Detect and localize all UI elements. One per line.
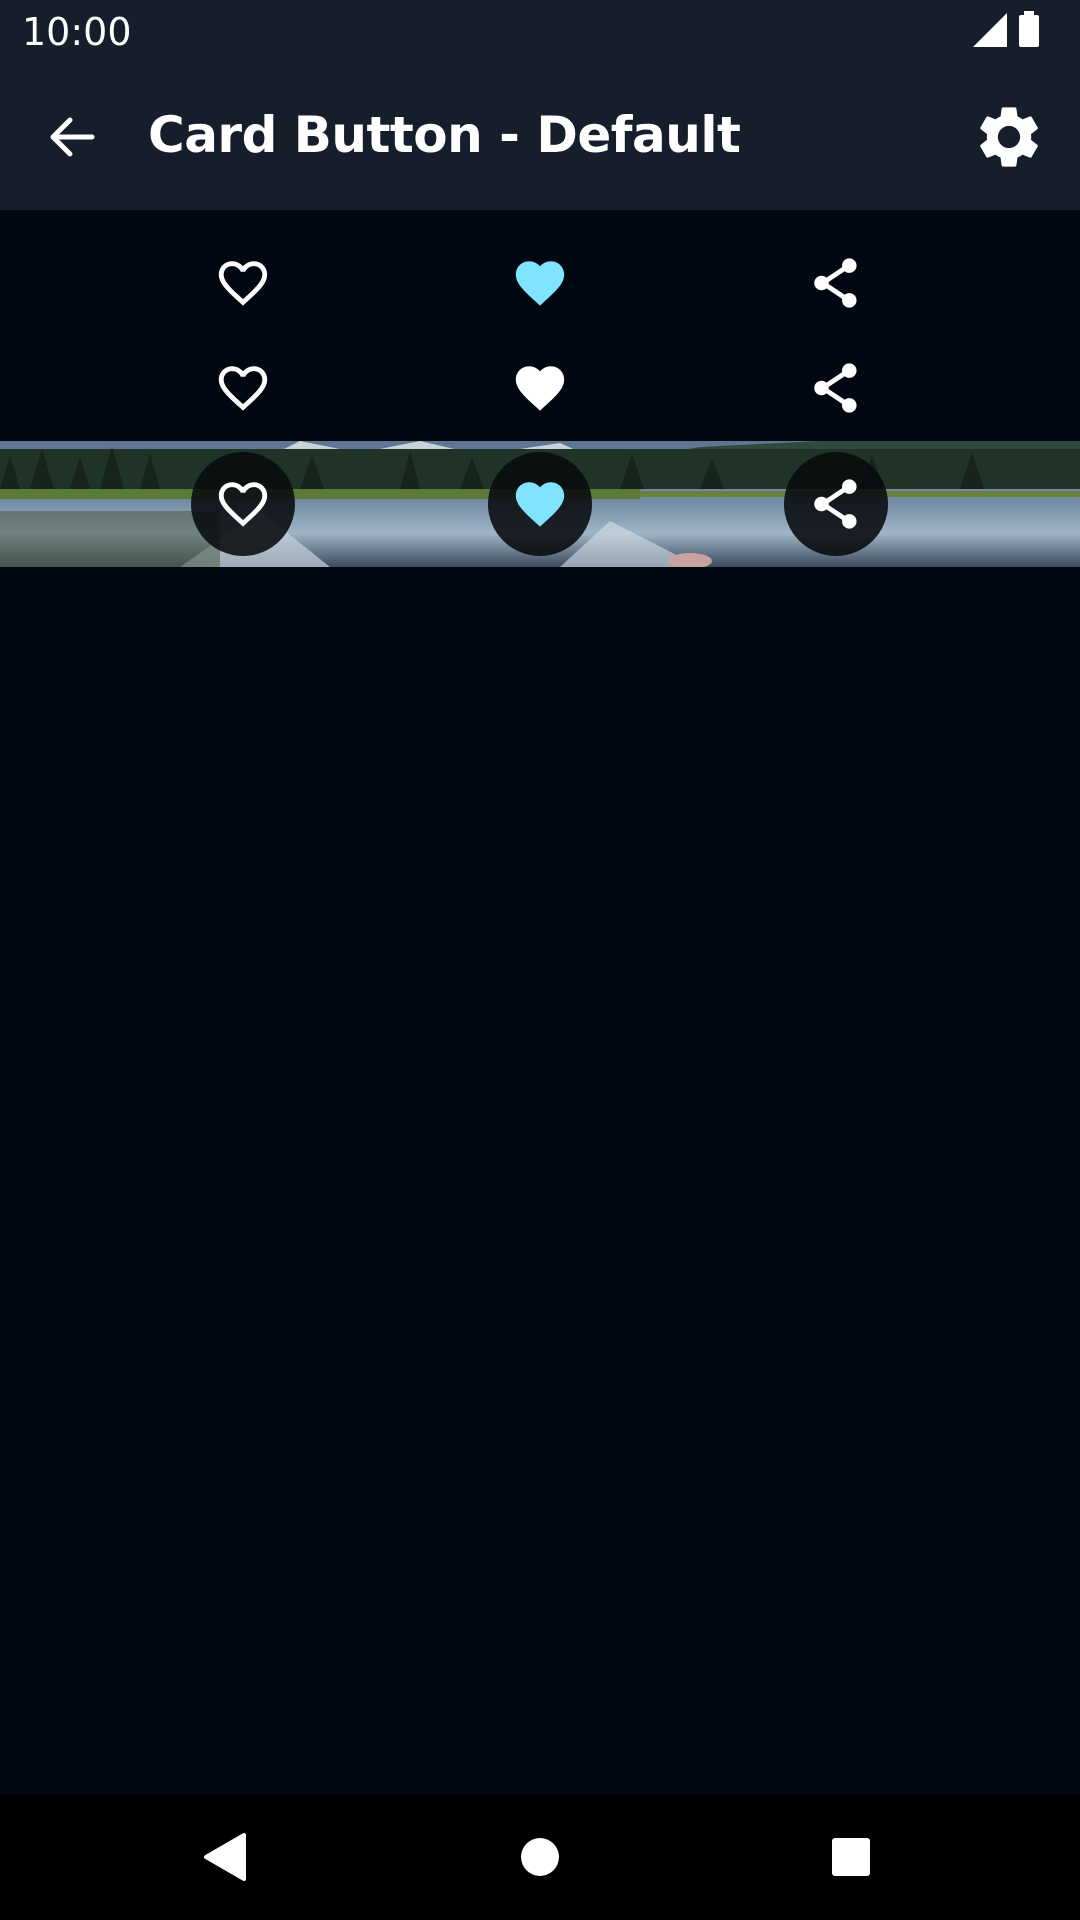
back-triangle-icon bbox=[204, 1833, 246, 1881]
heart-filled-accent-icon bbox=[515, 482, 565, 527]
gear-icon bbox=[980, 107, 1038, 167]
heart-outline-icon bbox=[218, 366, 268, 411]
back-button[interactable] bbox=[34, 100, 108, 174]
battery-icon bbox=[1019, 11, 1039, 47]
heart-filled-accent-icon bbox=[515, 261, 565, 306]
landscape-image-strip bbox=[0, 441, 1080, 567]
favorite-button-selected[interactable] bbox=[488, 336, 592, 440]
status-time: 10:00 bbox=[22, 10, 132, 54]
arrow-back-icon bbox=[50, 117, 95, 157]
card-button-row-2 bbox=[0, 336, 1080, 440]
favorite-button[interactable] bbox=[191, 452, 295, 556]
favorite-button-selected[interactable] bbox=[488, 452, 592, 556]
heart-outline-icon bbox=[218, 261, 268, 306]
home-circle-icon bbox=[521, 1838, 559, 1876]
share-icon bbox=[814, 479, 857, 529]
app-bar: Card Button - Default bbox=[0, 63, 1080, 210]
system-nav-bar bbox=[0, 1794, 1080, 1920]
favorite-button[interactable] bbox=[191, 231, 295, 335]
card-button-row-1 bbox=[0, 231, 1080, 335]
heart-outline-icon bbox=[218, 482, 268, 527]
status-bar: 10:00 bbox=[0, 0, 1080, 63]
share-button[interactable] bbox=[784, 452, 888, 556]
heart-filled-white-icon bbox=[515, 366, 565, 411]
favorite-button-selected[interactable] bbox=[488, 231, 592, 335]
nav-recents-button[interactable] bbox=[811, 1817, 891, 1897]
recents-square-icon bbox=[832, 1838, 870, 1876]
signal-icon bbox=[973, 13, 1007, 47]
share-button[interactable] bbox=[784, 336, 888, 440]
share-icon bbox=[814, 258, 857, 308]
nav-back-button[interactable] bbox=[186, 1817, 266, 1897]
page-title: Card Button - Default bbox=[148, 106, 741, 164]
status-icons bbox=[920, 0, 1080, 63]
share-icon bbox=[814, 363, 857, 413]
favorite-button[interactable] bbox=[191, 336, 295, 440]
nav-home-button[interactable] bbox=[500, 1817, 580, 1897]
settings-button[interactable] bbox=[972, 100, 1046, 174]
share-button[interactable] bbox=[784, 231, 888, 335]
